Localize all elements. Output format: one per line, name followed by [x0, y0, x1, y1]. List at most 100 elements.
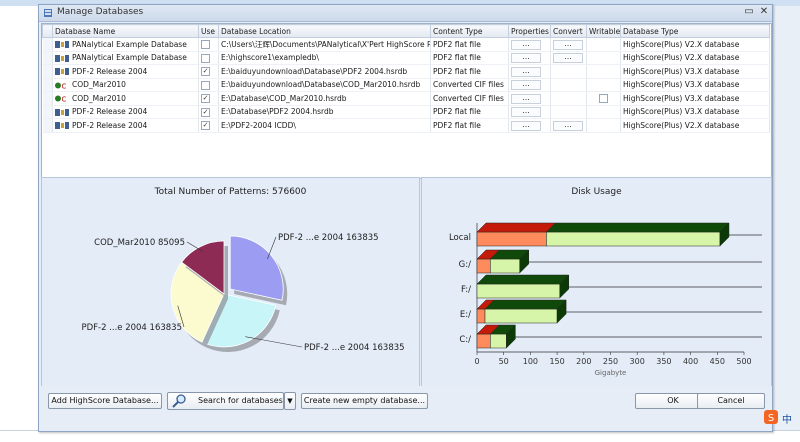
use-checkbox-cell[interactable] — [198, 51, 219, 65]
database-name-cell[interactable]: PDF-2 Release 2004 — [52, 105, 199, 119]
use-checkbox[interactable]: ✓ — [201, 121, 210, 130]
writable-checkbox[interactable] — [599, 94, 608, 103]
use-checkbox-cell[interactable] — [198, 78, 219, 92]
writable-cell[interactable] — [586, 64, 621, 79]
row-selector[interactable] — [42, 105, 53, 119]
restore-button[interactable]: ▭ — [742, 6, 756, 17]
use-checkbox[interactable]: ✓ — [201, 94, 210, 103]
properties-cell[interactable]: ... — [508, 51, 551, 65]
location-cell[interactable]: E:\baiduyundownload\Database\COD_Mar2010… — [218, 78, 431, 92]
column-header-properties[interactable]: Properties — [508, 24, 551, 38]
writable-cell[interactable] — [586, 37, 621, 52]
properties-cell[interactable]: ... — [508, 105, 551, 119]
convert-button[interactable]: ... — [553, 53, 583, 64]
row-selector[interactable] — [42, 51, 53, 65]
writable-cell[interactable] — [586, 51, 621, 65]
table-row[interactable]: C COD_Mar2010 ✓ E:\Database\COD_Mar2010.hsr… — [42, 91, 770, 106]
search-for-databases-button[interactable]: Search for databases — [167, 392, 284, 410]
column-header-database-type[interactable]: Database Type — [620, 24, 770, 38]
properties-cell[interactable]: ... — [508, 118, 551, 133]
properties-cell[interactable]: ... — [508, 78, 551, 92]
location-cell[interactable]: E:\baiduyundownload\Database\PDF2 2004.h… — [218, 64, 431, 79]
location-cell[interactable]: E:\PDF2-2004 ICDD\ — [218, 118, 431, 133]
use-checkbox-cell[interactable]: ✓ — [198, 118, 219, 133]
row-selector[interactable] — [42, 91, 53, 106]
convert-button[interactable]: ... — [553, 120, 583, 131]
writable-cell[interactable] — [586, 78, 621, 92]
use-checkbox[interactable] — [201, 40, 210, 49]
table-row[interactable]: C COD_Mar2010 E:\baiduyundownload\Database… — [42, 78, 770, 92]
row-selector[interactable] — [42, 37, 53, 52]
row-selector[interactable] — [42, 64, 53, 79]
column-header-name[interactable]: Database Name — [52, 24, 199, 38]
use-checkbox-cell[interactable]: ✓ — [198, 105, 219, 119]
writable-cell[interactable] — [586, 91, 621, 106]
convert-cell[interactable] — [550, 78, 587, 92]
database-type-cell: HighScore(Plus) V3.X database — [620, 78, 770, 92]
database-name-cell[interactable]: PANalytical Example Database — [52, 51, 199, 65]
writable-cell[interactable] — [586, 118, 621, 133]
use-checkbox[interactable]: ✓ — [201, 67, 210, 76]
properties-cell[interactable]: ... — [508, 37, 551, 52]
properties-button[interactable]: ... — [511, 39, 541, 50]
use-checkbox[interactable]: ✓ — [201, 107, 210, 117]
properties-cell[interactable]: ... — [508, 64, 551, 79]
create-new-empty-database-label: Create new empty database... — [303, 396, 426, 405]
empty-row — [43, 158, 770, 171]
use-checkbox-cell[interactable]: ✓ — [198, 64, 219, 79]
properties-button[interactable]: ... — [511, 53, 541, 64]
location-cell[interactable]: E:\Database\PDF2 2004.hsrdb — [218, 105, 431, 119]
convert-cell[interactable] — [550, 64, 587, 79]
ime-indicator[interactable]: S 中 — [760, 408, 800, 426]
table-row[interactable]: PANalytical Example Database C:\Users\汪辉\… — [42, 37, 770, 52]
ok-label: OK — [667, 396, 679, 405]
database-grid[interactable]: Database Name Use Database Location Cont… — [41, 23, 772, 179]
table-row[interactable]: PDF-2 Release 2004 ✓ E:\baiduyundownload\D… — [42, 64, 770, 79]
properties-button[interactable]: ... — [511, 66, 541, 77]
add-highscore-database-button[interactable]: Add HighScore Database... — [48, 393, 162, 409]
database-name-cell[interactable]: PDF-2 Release 2004 — [52, 64, 199, 79]
database-name-cell[interactable]: C COD_Mar2010 — [52, 78, 199, 92]
convert-cell[interactable]: ... — [550, 118, 587, 133]
convert-cell[interactable]: ... — [550, 51, 587, 65]
create-new-empty-database-button[interactable]: Create new empty database... — [301, 393, 428, 409]
use-checkbox[interactable] — [201, 80, 210, 90]
row-selector[interactable] — [42, 78, 53, 92]
properties-button[interactable]: ... — [511, 80, 541, 91]
column-header-use[interactable]: Use — [198, 24, 219, 38]
properties-cell[interactable]: ... — [508, 91, 551, 106]
convert-cell[interactable] — [550, 105, 587, 119]
row-selector[interactable] — [42, 118, 53, 133]
cancel-button[interactable]: Cancel — [697, 393, 765, 409]
pie-slice-label: PDF-2 ...e 2004 163835 — [81, 323, 182, 333]
table-row[interactable]: PANalytical Example Database E:\highscore… — [42, 51, 770, 65]
database-name-cell[interactable]: PDF-2 Release 2004 — [52, 118, 199, 133]
close-button[interactable]: ✕ — [757, 6, 771, 17]
use-checkbox[interactable] — [201, 53, 210, 63]
column-header-location[interactable]: Database Location — [218, 24, 431, 38]
writable-cell[interactable] — [586, 105, 621, 119]
location-cell[interactable]: C:\Users\汪辉\Documents\PANalytical\X'Pert… — [218, 37, 431, 52]
title-bar[interactable]: Manage Databases ▭ ✕ — [39, 5, 772, 22]
location-cell[interactable]: E:\Database\COD_Mar2010.hsrdb — [218, 91, 431, 106]
column-header-writable[interactable]: Writable — [586, 24, 621, 38]
database-name-cell[interactable]: C COD_Mar2010 — [52, 91, 199, 106]
use-checkbox-cell[interactable] — [198, 37, 219, 52]
disk-category-label: F:/ — [461, 285, 471, 295]
search-dropdown-button[interactable]: ▼ — [284, 392, 296, 410]
column-header-convert[interactable]: Convert — [550, 24, 587, 38]
properties-button[interactable]: ... — [511, 120, 541, 131]
convert-cell[interactable] — [550, 91, 587, 106]
convert-cell[interactable]: ... — [550, 37, 587, 52]
location-cell[interactable]: E:\highscore1\exampledb\ — [218, 51, 431, 65]
table-row[interactable]: PDF-2 Release 2004 ✓ E:\Database\PDF2 2004… — [42, 105, 770, 119]
properties-button[interactable]: ... — [511, 93, 541, 104]
column-header-content-type[interactable]: Content Type — [430, 24, 509, 38]
pie-slice — [229, 235, 284, 301]
disk-category-label: Local — [449, 233, 471, 243]
database-name-cell[interactable]: PANalytical Example Database — [52, 37, 199, 52]
properties-button[interactable]: ... — [511, 107, 541, 118]
use-checkbox-cell[interactable]: ✓ — [198, 91, 219, 106]
convert-button[interactable]: ... — [553, 39, 583, 50]
table-row[interactable]: PDF-2 Release 2004 ✓ E:\PDF2-2004 ICDD\ PDF… — [42, 118, 770, 133]
